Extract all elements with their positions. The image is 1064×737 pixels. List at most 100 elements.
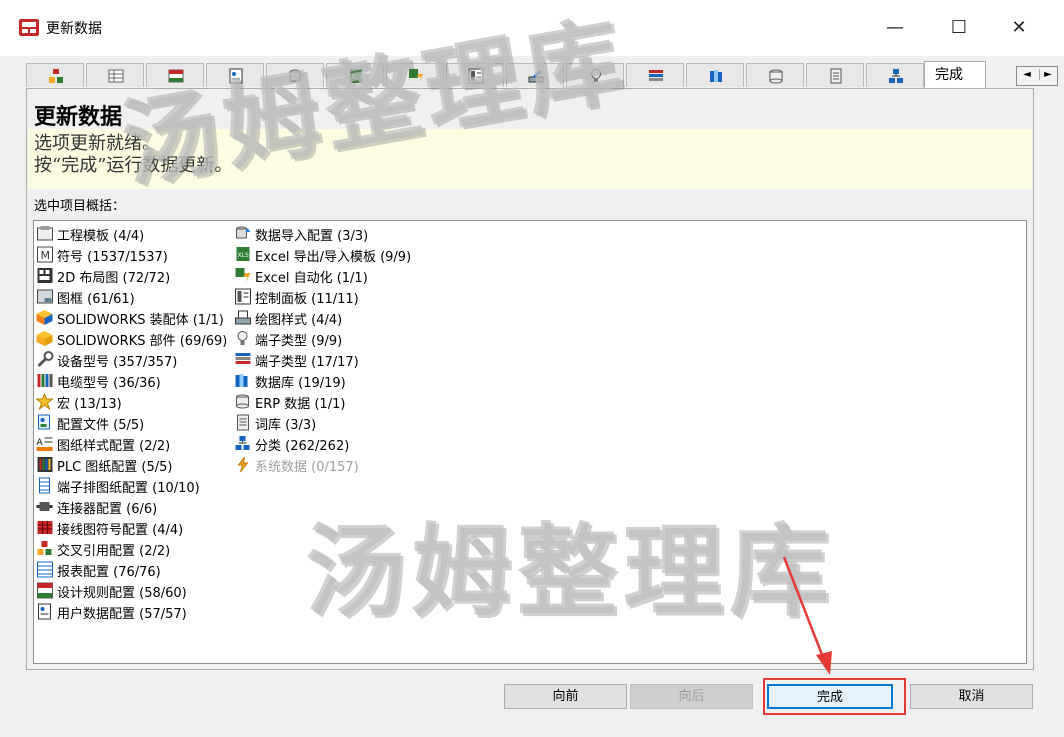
tab-lightbulb[interactable] bbox=[566, 63, 624, 87]
tab-scroll-left-button[interactable]: ◄ bbox=[1019, 69, 1035, 80]
plc-icon bbox=[37, 457, 53, 472]
summary-item-label: 端子排图纸配置 (10/10) bbox=[57, 481, 200, 496]
tab-grid[interactable] bbox=[146, 63, 204, 87]
summary-item-label: 2D 布局图 (72/72) bbox=[57, 271, 171, 286]
database-icon bbox=[235, 374, 248, 387]
tab-workflow[interactable] bbox=[26, 63, 84, 87]
drawing-style-icon: A bbox=[36, 437, 53, 451]
minimize-button[interactable]: — bbox=[880, 14, 910, 44]
summary-item-label: ERP 数据 (1/1) bbox=[255, 397, 346, 412]
summary-item-label: 交叉引用配置 (2/2) bbox=[57, 544, 171, 559]
dictionary-icon bbox=[237, 414, 249, 431]
summary-item-label: 端子类型 (9/9) bbox=[255, 334, 343, 349]
system-data-icon bbox=[237, 456, 249, 473]
sw-assembly-icon bbox=[36, 310, 53, 325]
wrench-icon bbox=[37, 351, 54, 368]
header-band: 更新数据 选项更新就绪。 按“完成”运行数据更新。 bbox=[28, 91, 1032, 189]
stack-icon bbox=[649, 70, 663, 81]
summary-item-label: 数据库 (19/19) bbox=[255, 376, 346, 391]
wizard-tab-strip: XLS 完成 ◄ ► bbox=[26, 61, 1058, 89]
symbol-icon: M bbox=[37, 246, 53, 263]
summary-item-label: 分类 (262/262) bbox=[255, 439, 350, 454]
window-title: 更新数据 bbox=[46, 21, 102, 37]
drawing-style-icon bbox=[528, 70, 544, 83]
database-import-icon bbox=[289, 69, 303, 82]
summary-item-label: 图纸样式配置 (2/2) bbox=[57, 439, 171, 454]
summary-item-label: 接线图符号配置 (4/4) bbox=[57, 523, 184, 538]
config-file-icon bbox=[38, 414, 50, 430]
plot-style-icon bbox=[235, 310, 251, 325]
tab-panel[interactable] bbox=[446, 63, 504, 87]
tab-id-card[interactable] bbox=[206, 63, 264, 87]
annotation-arrow-icon bbox=[782, 556, 832, 675]
annotation-highlight-box bbox=[763, 678, 906, 715]
panel-icon bbox=[468, 68, 484, 84]
tab-library[interactable] bbox=[686, 63, 744, 87]
back-button[interactable]: 向前 bbox=[504, 684, 627, 709]
page-title: 更新数据 bbox=[34, 104, 123, 130]
project-template-icon bbox=[37, 226, 53, 241]
tab-database-import[interactable] bbox=[266, 63, 324, 87]
tab-scroll-controls: ◄ ► bbox=[1016, 66, 1058, 86]
id-card-icon bbox=[229, 68, 243, 84]
tab-scroll-right-button[interactable]: ► bbox=[1039, 69, 1056, 80]
tab-stack[interactable] bbox=[626, 63, 684, 87]
erp-icon bbox=[236, 394, 249, 409]
tab-excel[interactable]: XLS bbox=[326, 63, 384, 87]
summary-item-label: Excel 导出/导入模板 (9/9) bbox=[255, 250, 412, 265]
tab-drawing-style[interactable] bbox=[506, 63, 564, 87]
summary-item-label: 端子类型 (17/17) bbox=[255, 355, 359, 370]
control-panel-icon bbox=[235, 288, 251, 305]
summary-item-label: 符号 (1537/1537) bbox=[57, 250, 168, 265]
hierarchy-icon bbox=[889, 69, 903, 83]
summary-item-label: 图框 (61/61) bbox=[57, 292, 135, 307]
summary-list[interactable]: 工程模板 (4/4) M 符号 (1537/1537) 2D 布局图 (72/72) 图… bbox=[33, 220, 1027, 664]
report-icon bbox=[37, 561, 53, 578]
tab-table[interactable] bbox=[86, 63, 144, 87]
page-icon bbox=[830, 68, 842, 84]
excel-template-icon: XLS bbox=[236, 247, 250, 261]
summary-item-label: 设备型号 (357/357) bbox=[57, 355, 178, 370]
terminal-type-icon bbox=[237, 331, 248, 345]
excel-icon: XLS bbox=[350, 69, 362, 83]
summary-item-label: 连接器配置 (6/6) bbox=[57, 502, 158, 517]
summary-item-label: SOLIDWORKS 装配体 (1/1) bbox=[57, 313, 224, 328]
table-icon bbox=[108, 69, 124, 83]
tab-page[interactable] bbox=[806, 63, 864, 87]
cable-icon bbox=[37, 374, 53, 387]
maximize-button[interactable]: ☐ bbox=[944, 14, 974, 44]
tab-db[interactable] bbox=[746, 63, 804, 87]
sw-part-icon bbox=[36, 331, 53, 346]
summary-item-label: 系统数据 (0/157) bbox=[255, 460, 359, 475]
tab-hierarchy[interactable] bbox=[866, 63, 924, 87]
cancel-button[interactable]: 取消 bbox=[910, 684, 1033, 709]
summary-item-label: 词库 (3/3) bbox=[255, 418, 317, 433]
svg-text:A: A bbox=[37, 438, 44, 448]
tab-finish[interactable]: 完成 bbox=[924, 61, 986, 89]
instruction-message: 按“完成”运行数据更新。 bbox=[34, 155, 233, 176]
summary-item-label: 电缆型号 (36/36) bbox=[57, 376, 161, 391]
summary-item-label: 数据导入配置 (3/3) bbox=[255, 229, 369, 244]
connector-icon bbox=[36, 502, 53, 511]
close-button[interactable]: ✕ bbox=[1004, 14, 1034, 44]
automation-icon bbox=[409, 69, 423, 83]
wiring-symbol-icon bbox=[37, 521, 53, 534]
terminal-strip-icon bbox=[39, 477, 50, 494]
star-icon bbox=[36, 393, 54, 410]
summary-item-label: 用户数据配置 (57/57) bbox=[57, 607, 187, 622]
terminal-type2-icon bbox=[235, 353, 251, 364]
app-logo-icon bbox=[19, 19, 39, 36]
user-data-icon bbox=[38, 603, 51, 620]
summary-label: 选中项目概括： bbox=[34, 199, 126, 214]
summary-item-label: SOLIDWORKS 部件 (69/69) bbox=[57, 334, 228, 349]
title-block-icon bbox=[37, 289, 53, 304]
data-import-icon bbox=[236, 226, 251, 239]
summary-item-label: 控制面板 (11/11) bbox=[255, 292, 359, 307]
summary-item-label: Excel 自动化 (1/1) bbox=[255, 271, 368, 286]
summary-item-label: 设计规则配置 (58/60) bbox=[57, 586, 187, 601]
summary-item-label: 配置文件 (5/5) bbox=[57, 418, 145, 433]
tab-automation[interactable] bbox=[386, 63, 444, 87]
workflow-icon bbox=[49, 69, 63, 83]
title-bar: 更新数据 — ☐ ✕ bbox=[0, 0, 1064, 56]
summary-item-label: 绘图样式 (4/4) bbox=[255, 313, 343, 328]
